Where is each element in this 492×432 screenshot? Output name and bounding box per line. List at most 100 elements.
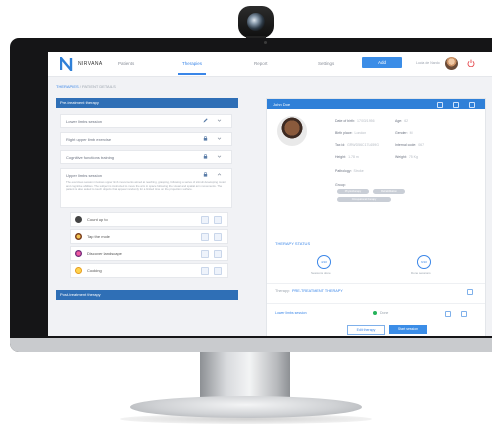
group-chip: Physiotherapy [337, 189, 369, 194]
webcam-lens [247, 13, 265, 31]
dob-label: Date of birth: [335, 119, 356, 123]
sessions-done-counter: 4/10 [317, 255, 331, 269]
settings-icon[interactable] [201, 216, 209, 224]
exercise-thumbnail [75, 250, 82, 257]
therapy-label: Therapy: [275, 289, 290, 293]
sub-exercise-label: Tap the mole [87, 234, 110, 239]
age-value: 62 [404, 119, 409, 123]
internal-code-field: Internal code: 067 [395, 143, 424, 147]
edit-therapy-button[interactable]: Edit therapy [347, 325, 385, 335]
pathology-label: Pathology: [335, 169, 352, 173]
nav-settings[interactable]: Settings [318, 61, 334, 66]
exercise-thumbnail [75, 267, 82, 274]
internal-code-value: 067 [418, 143, 425, 147]
exercise-label: Lower limbs session [66, 119, 103, 124]
app-screen: NIRVANA Patients Therapies Report Settin… [48, 52, 492, 336]
chevron-down-icon[interactable] [217, 154, 222, 159]
sessions-remaining-label: Done sessions [411, 271, 431, 275]
exercise-thumbnail [75, 233, 82, 240]
logout-icon[interactable] [467, 59, 475, 67]
birthplace-field: Birth place: London [335, 131, 366, 135]
session-row-name[interactable]: Lower limbs session [275, 311, 307, 315]
exercise-label: Upper limbs session [66, 173, 103, 178]
chevron-up-icon[interactable] [217, 172, 222, 177]
session-settings-icon[interactable] [445, 311, 451, 317]
copy-icon[interactable] [214, 233, 222, 241]
height-value: 1.78 m [348, 155, 359, 159]
exercise-card[interactable]: Lower limbs session [60, 114, 232, 128]
chevron-down-icon[interactable] [217, 118, 222, 123]
monitor-stand-base [130, 396, 362, 418]
exercise-description: The exercises session involves upper lim… [66, 180, 226, 192]
session-report-icon[interactable] [461, 311, 467, 317]
copy-icon[interactable] [214, 250, 222, 258]
weight-value: 75 Kg [408, 155, 418, 159]
exercise-card[interactable]: Right upper limb exercise [60, 132, 232, 146]
therapy-plan-panel: Pre-treatment therapy Lower limbs sessio… [56, 98, 238, 300]
exercise-card[interactable]: Cognitive functions training [60, 150, 232, 164]
taxid-field: Tax id: GRWD56C17L659G [335, 143, 379, 147]
copy-icon[interactable] [214, 216, 222, 224]
gender-field: Gender: M [395, 131, 413, 135]
nav-therapies[interactable]: Therapies [182, 61, 202, 66]
lock-icon [203, 172, 208, 177]
dob-field: Date of birth: 17/03/1956 [335, 119, 375, 123]
weight-label: Weight: [395, 155, 407, 159]
breadcrumb-current[interactable]: THERAPIES [56, 84, 79, 89]
monitor-stand-neck [200, 352, 290, 398]
delete-patient-icon[interactable] [453, 102, 459, 108]
user-name: Lucia de Nardo [416, 61, 440, 65]
start-session-button[interactable]: Start session [389, 325, 427, 334]
birthplace-value: London [354, 131, 367, 135]
sub-exercise-item[interactable]: Tap the mole [70, 229, 228, 244]
height-field: Height: 1.78 m [335, 155, 359, 159]
expand-therapy-icon[interactable] [467, 289, 473, 295]
pre-treatment-header[interactable]: Pre-treatment therapy [56, 98, 238, 108]
add-button[interactable]: Add [362, 57, 402, 68]
settings-icon[interactable] [201, 233, 209, 241]
app-header: NIRVANA Patients Therapies Report Settin… [48, 52, 492, 77]
session-row-status: Done [380, 311, 389, 315]
nav-active-indicator [178, 73, 206, 75]
sub-exercise-label: Discover landscape [87, 251, 122, 256]
exercise-thumbnail [75, 216, 82, 223]
sub-exercise-label: Count up to [87, 217, 108, 222]
export-icon[interactable] [469, 102, 475, 108]
breadcrumb-rest: / PATIENT DETAILS [79, 84, 116, 89]
settings-icon[interactable] [201, 250, 209, 258]
nav-patients[interactable]: Patients [118, 61, 134, 66]
sub-exercise-item[interactable]: Cooking [70, 263, 228, 278]
sub-exercise-item[interactable]: Count up to [70, 212, 228, 227]
logo-icon [60, 57, 73, 71]
age-label: Age: [395, 119, 403, 123]
monitor-chin [10, 338, 492, 352]
group-chip: Occupational therapy [337, 197, 391, 202]
therapy-status-title: THERAPY STATUS [275, 241, 311, 246]
exercise-label: Cognitive functions training [66, 155, 115, 160]
sub-exercise-label: Cooking [87, 268, 102, 273]
edit-icon[interactable] [203, 118, 208, 123]
exercise-card-expanded[interactable]: Upper limbs session The exercises sessio… [60, 168, 232, 208]
pathology-field: Pathology: Stroke [335, 169, 364, 173]
nav-report[interactable]: Report [254, 61, 268, 66]
post-treatment-header[interactable]: Post-treatment therapy [56, 290, 238, 300]
sub-exercise-item[interactable]: Discover landscape [70, 246, 228, 261]
sessions-remaining-counter: 6/10 [417, 255, 431, 269]
edit-patient-icon[interactable] [437, 102, 443, 108]
chevron-down-icon[interactable] [217, 136, 222, 141]
group-chip: Rehabilitation [373, 189, 405, 194]
current-therapy: Therapy: PRE-TREATMENT THERAPY [275, 289, 343, 293]
birthplace-label: Birth place: [335, 131, 353, 135]
patient-header: John Doe [267, 99, 485, 109]
settings-icon[interactable] [201, 267, 209, 275]
age-field: Age: 62 [395, 119, 408, 123]
dob-value: 17/03/1956 [357, 119, 375, 123]
therapy-name: PRE-TREATMENT THERAPY [291, 289, 343, 293]
gender-label: Gender: [395, 131, 408, 135]
internal-code-label: Internal code: [395, 143, 417, 147]
user-avatar[interactable] [445, 57, 458, 70]
copy-icon[interactable] [214, 267, 222, 275]
patient-photo [277, 116, 307, 146]
exercise-label: Right upper limb exercise [66, 137, 112, 142]
height-label: Height: [335, 155, 347, 159]
